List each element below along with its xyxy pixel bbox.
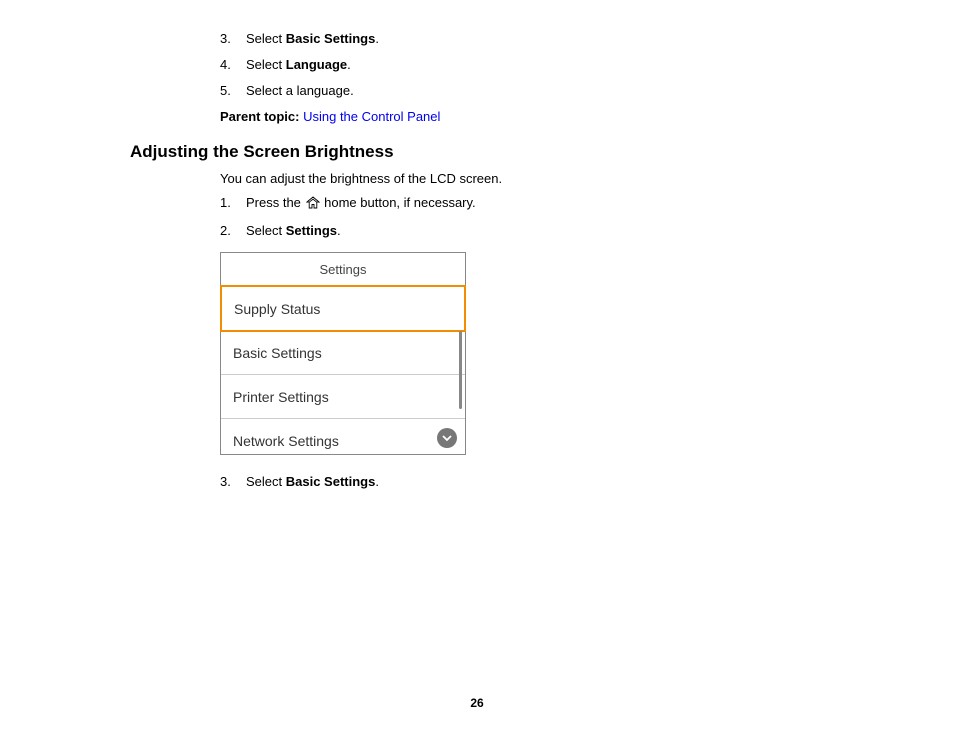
home-icon <box>306 196 320 214</box>
list-text: Select Language. <box>246 56 351 74</box>
previous-steps-list: 3. Select Basic Settings. 4. Select Lang… <box>220 30 834 101</box>
list-number: 1. <box>220 194 246 214</box>
chevron-down-icon <box>441 432 453 444</box>
page-number: 26 <box>0 696 954 710</box>
scrollbar[interactable] <box>459 331 462 409</box>
parent-topic-link[interactable]: Using the Control Panel <box>303 109 440 124</box>
list-text: Select Basic Settings. <box>246 473 379 491</box>
intro-text: You can adjust the brightness of the LCD… <box>220 171 834 186</box>
steps-list-continued: 3. Select Basic Settings. <box>220 473 834 491</box>
menu-item-network-settings[interactable]: Network Settings <box>221 419 465 454</box>
list-number: 3. <box>220 30 246 48</box>
list-number: 2. <box>220 222 246 240</box>
list-text: Select a language. <box>246 82 354 100</box>
list-item: 2. Select Settings. <box>220 222 834 240</box>
list-number: 5. <box>220 82 246 100</box>
settings-screen: Settings Supply Status Basic Settings Pr… <box>220 252 466 455</box>
steps-list: 1. Press the home button, if necessary. … <box>220 194 834 240</box>
list-text: Press the home button, if necessary. <box>246 194 476 214</box>
menu-item-supply-status[interactable]: Supply Status <box>220 285 466 332</box>
list-number: 4. <box>220 56 246 74</box>
parent-topic: Parent topic: Using the Control Panel <box>220 109 834 124</box>
parent-topic-label: Parent topic: <box>220 109 299 124</box>
scroll-down-button[interactable] <box>437 428 457 448</box>
settings-menu-list: Supply Status Basic Settings Printer Set… <box>221 285 465 454</box>
list-item: 5. Select a language. <box>220 82 834 100</box>
menu-item-printer-settings[interactable]: Printer Settings <box>221 375 465 419</box>
list-item: 1. Press the home button, if necessary. <box>220 194 834 214</box>
list-item: 3. Select Basic Settings. <box>220 473 834 491</box>
section-heading: Adjusting the Screen Brightness <box>130 142 834 162</box>
list-number: 3. <box>220 473 246 491</box>
list-text: Select Settings. <box>246 222 341 240</box>
menu-item-basic-settings[interactable]: Basic Settings <box>221 331 465 375</box>
settings-screen-title: Settings <box>221 253 465 286</box>
list-item: 4. Select Language. <box>220 56 834 74</box>
list-item: 3. Select Basic Settings. <box>220 30 834 48</box>
list-text: Select Basic Settings. <box>246 30 379 48</box>
